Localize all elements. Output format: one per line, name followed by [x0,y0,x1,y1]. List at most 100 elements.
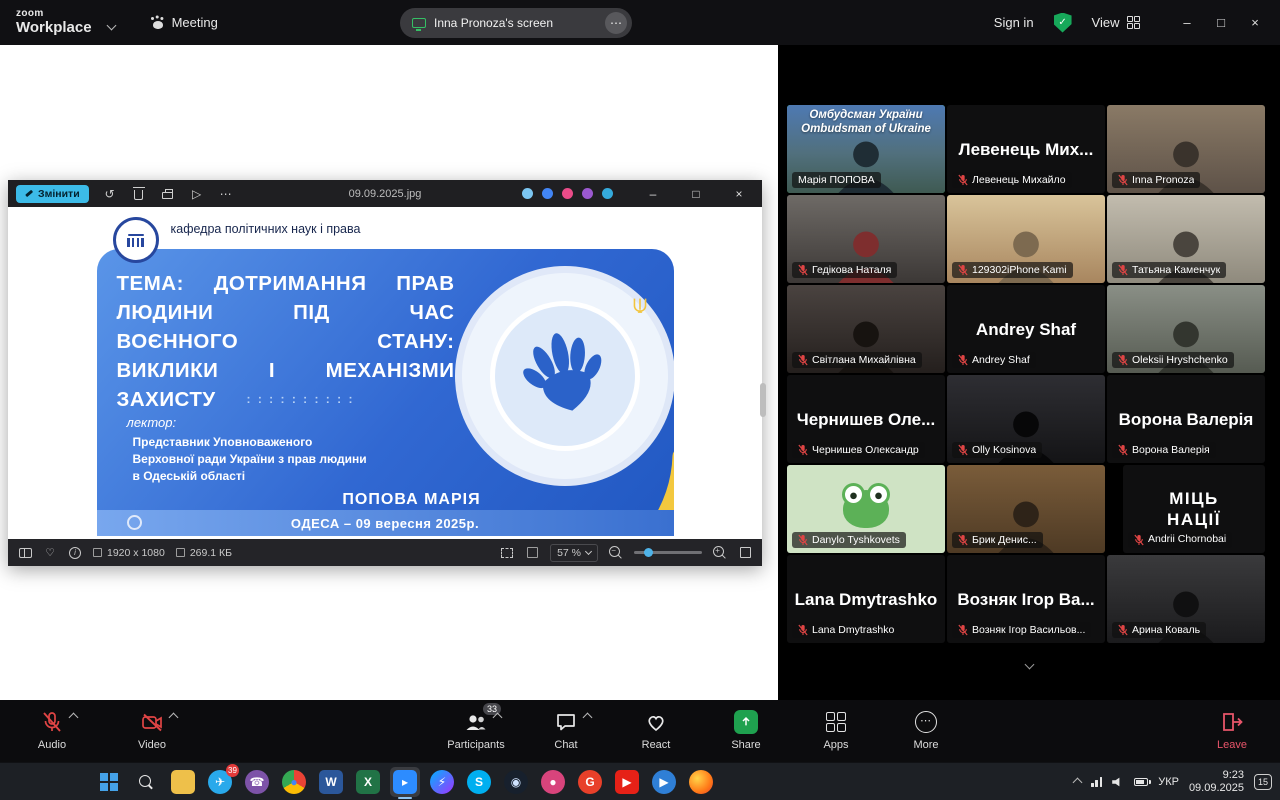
g-app-icon[interactable]: G [575,767,605,797]
media-icon[interactable]: ▶ [649,767,679,797]
participant-tile[interactable]: 129302iPhone Kami [947,195,1105,283]
chrome-icon[interactable]: ● [279,767,309,797]
youtube-icon[interactable]: ▶ [612,767,642,797]
viewer-more-icon[interactable]: ⋯ [218,186,234,202]
participant-tile[interactable]: Омбудсман України Ombudsman of Ukraine М… [787,105,945,193]
participant-tile[interactable]: Возняк Ігор Ва... Возняк Ігор Васильов..… [947,555,1105,643]
apps-button[interactable]: Apps [804,709,868,751]
zoom-slider-thumb[interactable] [644,548,653,557]
info-icon[interactable]: i [68,545,82,561]
slideshow-icon[interactable]: ▷ [189,186,205,202]
word-icon[interactable]: W [316,767,346,797]
shared-screen-pill[interactable]: Inna Pronoza's screen ⋯ [400,8,632,38]
fit-screen-icon[interactable] [500,545,514,561]
viewer-app-icon[interactable] [522,188,533,199]
zoom-in-icon[interactable]: + [713,545,727,561]
image-filesize: 269.1 КБ [176,547,232,559]
actual-size-icon[interactable] [525,545,539,561]
participant-tile[interactable]: Andrey Shaf Andrey Shaf [947,285,1105,373]
telegram-icon[interactable]: ✈39 [205,767,235,797]
minimize-button[interactable]: – [1170,0,1204,45]
participant-tile[interactable]: Арина Коваль [1107,555,1265,643]
apps-grid-icon [826,712,847,733]
notification-badge[interactable]: 15 [1254,774,1272,790]
participant-tile[interactable]: Olly Kosinova [947,375,1105,463]
tab-meeting[interactable]: Meeting [153,15,218,30]
sign-in-button[interactable]: Sign in [994,15,1034,30]
language-indicator[interactable]: УКР [1158,776,1179,788]
viewer-app-icon[interactable] [582,188,593,199]
close-button[interactable]: × [1238,0,1272,45]
favorite-icon[interactable]: ♡ [43,545,57,561]
viewer-app-icon[interactable] [562,188,573,199]
rotate-icon[interactable]: ↺ [102,186,118,202]
start-button[interactable] [94,767,124,797]
audio-button[interactable]: Audio [20,709,84,751]
filesize-icon [176,548,185,557]
video-options-chevron[interactable] [169,713,179,723]
participant-tile[interactable]: Oleksii Hryshchenko [1107,285,1265,373]
filmstrip-icon[interactable] [18,545,32,561]
participant-name-label: Ворона Валерія [1112,442,1216,458]
zoom-slider[interactable] [634,551,702,554]
security-shield-icon[interactable]: ✓ [1054,13,1072,33]
more-button[interactable]: ⋯ More [894,709,958,751]
messenger-icon[interactable]: ⚡ [427,767,457,797]
share-options-button[interactable]: ⋯ [605,12,627,34]
hidden-icons-chevron[interactable] [1073,777,1083,787]
chat-button[interactable]: Chat [534,709,598,751]
search-button[interactable] [131,767,161,797]
viewer-app-icon[interactable] [602,188,613,199]
viewer-app-icon[interactable] [542,188,553,199]
participant-name-label: Andrey Shaf [952,352,1036,368]
app-titlebar: zoom Workplace Meeting Inna Pronoza's sc… [0,0,1280,45]
participants-options-chevron[interactable] [493,713,503,723]
network-icon[interactable] [1091,777,1102,787]
participant-tile[interactable]: Гедікова Наталя [787,195,945,283]
taskbar-clock[interactable]: 9:23 09.09.2025 [1189,769,1244,795]
participant-tile[interactable]: Inna Pronoza [1107,105,1265,193]
maximize-button[interactable]: □ [1204,0,1238,45]
zoom-icon[interactable]: ▸ [390,767,420,797]
participant-tile[interactable]: Брик Денис... [947,465,1105,553]
zoom-percent-dropdown[interactable]: 57 % [550,544,598,562]
audio-options-chevron[interactable] [69,713,79,723]
video-button[interactable]: Video [120,709,184,751]
participant-tile[interactable]: Ворона Валерія Ворона Валерія [1107,375,1265,463]
participant-tile[interactable]: Danylo Tyshkovets [787,465,945,553]
participant-tile[interactable]: Lana Dmytrashko Lana Dmytrashko [787,555,945,643]
participant-tile[interactable]: Світлана Михайлівна [787,285,945,373]
camera-app-icon[interactable]: ● [538,767,568,797]
leave-button[interactable]: Leave [1200,709,1264,751]
skype-icon[interactable]: S [464,767,494,797]
view-button[interactable]: View [1092,15,1140,30]
steam-icon[interactable]: ◉ [501,767,531,797]
fullscreen-icon[interactable] [738,545,752,561]
participant-tile[interactable]: Татьяна Каменчук [1107,195,1265,283]
battery-icon[interactable] [1134,778,1148,786]
share-button[interactable]: Share [714,709,778,751]
volume-icon[interactable] [1112,777,1124,787]
viber-icon[interactable]: ☎ [242,767,272,797]
filename-label: 09.09.2025.jpg [349,188,422,200]
zoom-out-icon[interactable]: − [609,545,623,561]
viewer-maximize-button[interactable]: □ [681,180,711,207]
react-button[interactable]: React [624,709,688,751]
folder-icon[interactable] [168,767,198,797]
shared-screen-scrollbar[interactable] [760,383,766,417]
print-icon[interactable] [160,186,176,202]
participant-tile[interactable]: МІЦЬ НАЦІЇ Andrii Chornobai [1123,465,1265,553]
excel-icon[interactable]: X [353,767,383,797]
participant-tile[interactable]: Левенець Мих... Левенець Михайло [947,105,1105,193]
firefox-icon[interactable] [686,767,716,797]
viewer-close-button[interactable]: × [724,180,754,207]
delete-icon[interactable] [131,186,147,202]
participant-tile[interactable]: Чернишев Оле... Чернишев Олександр [787,375,945,463]
chat-options-chevron[interactable] [583,713,593,723]
viewer-minimize-button[interactable]: – [638,180,668,207]
more-participants-chevron[interactable] [1011,655,1047,673]
workspace-switcher-chevron[interactable] [108,16,115,34]
edit-button[interactable]: Змінити [16,185,89,203]
participants-button[interactable]: 33 Participants [444,709,508,751]
mic-off-icon [1118,444,1128,456]
